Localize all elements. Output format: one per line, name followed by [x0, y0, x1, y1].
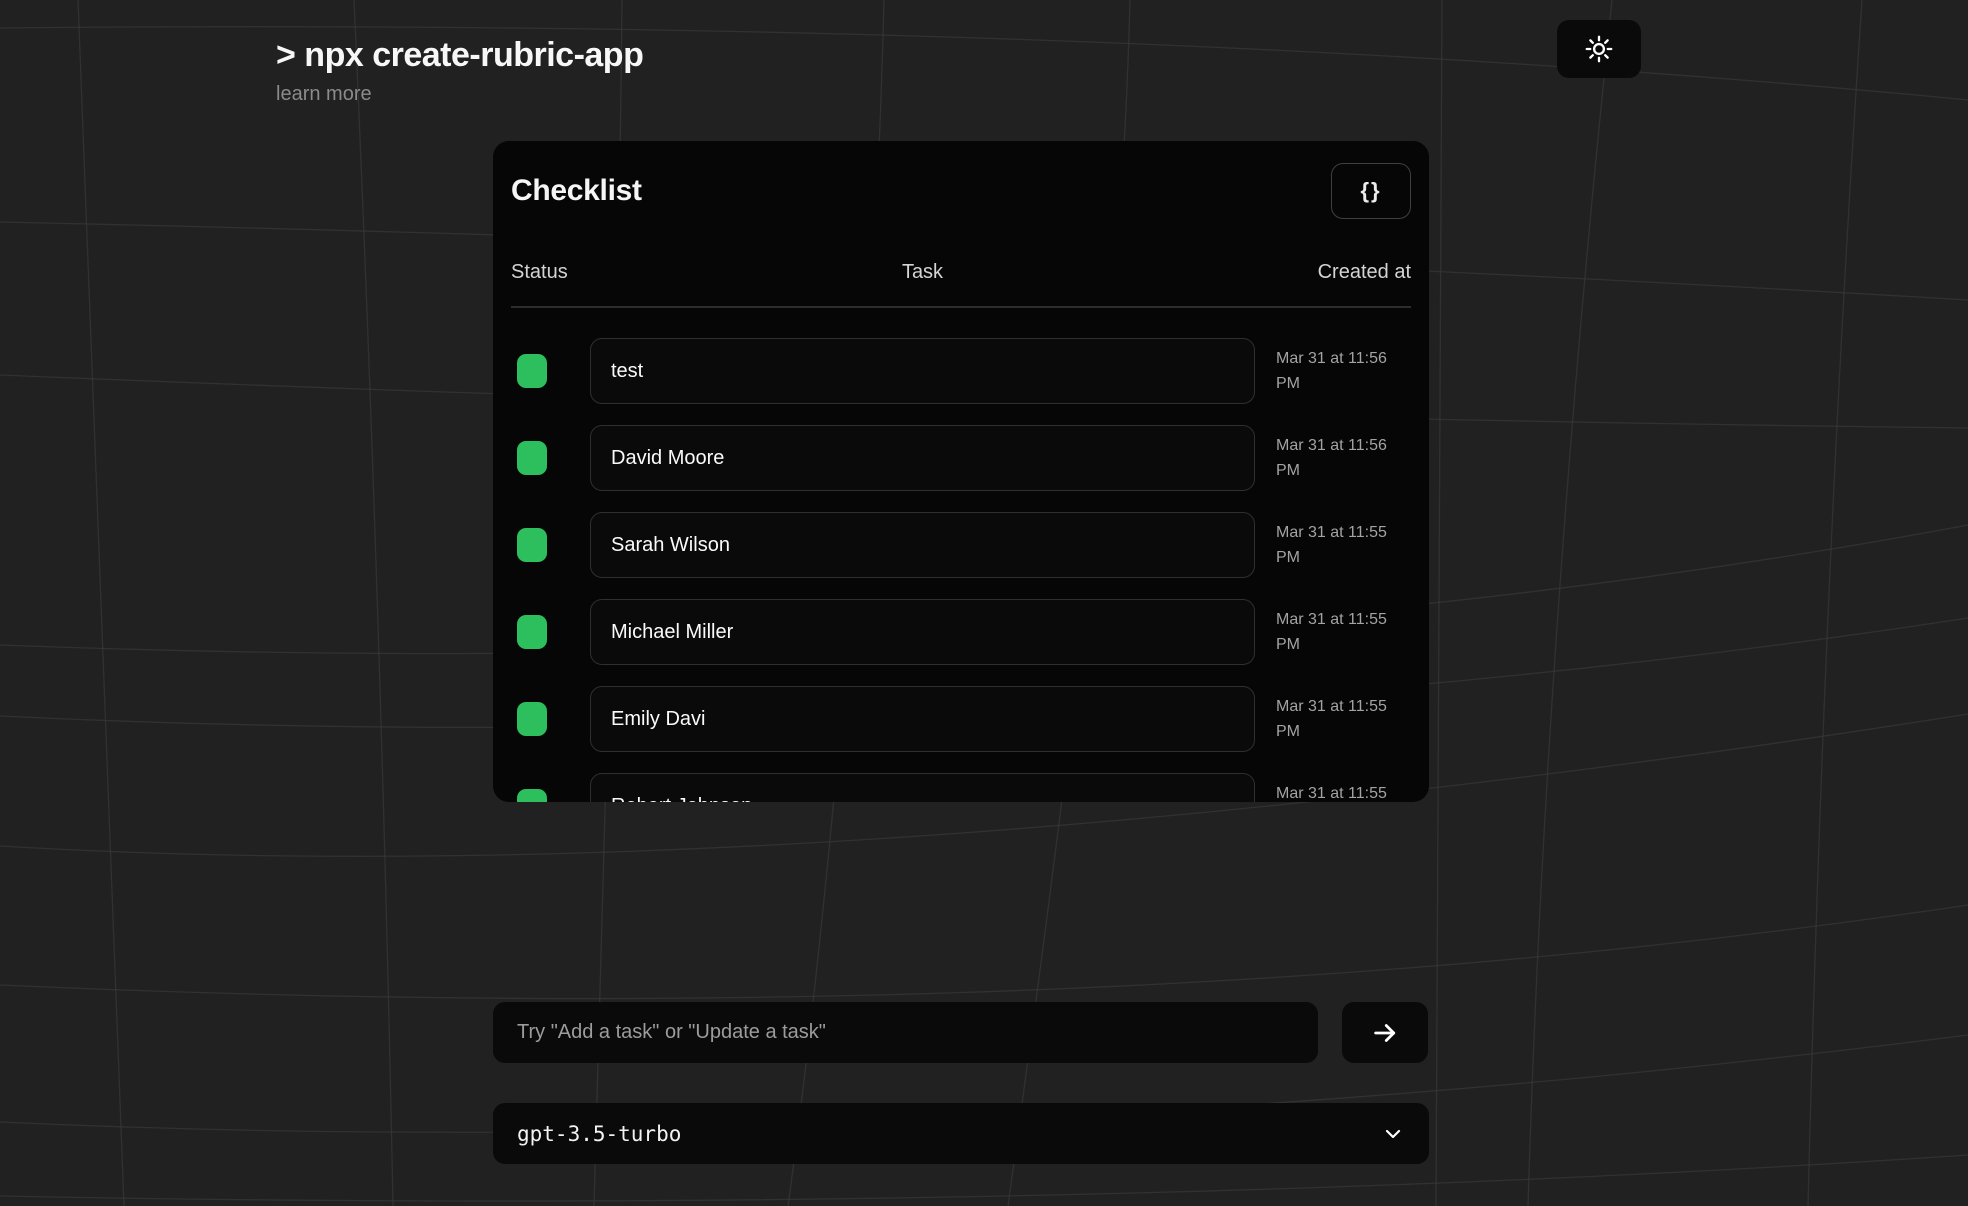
task-created-at: Mar 31 at 11:56 PM — [1276, 433, 1408, 483]
column-header-status: Status — [511, 261, 590, 284]
sun-icon — [1585, 35, 1613, 63]
table-row: Mar 31 at 11:55 PM — [511, 512, 1411, 578]
task-status-checkbox[interactable] — [517, 702, 547, 736]
learn-more-link[interactable]: learn more — [276, 83, 372, 106]
chevron-down-icon — [1381, 1122, 1405, 1146]
table-row: Mar 31 at 11:55 PM — [511, 686, 1411, 752]
task-input[interactable] — [590, 512, 1255, 578]
task-input[interactable] — [590, 425, 1255, 491]
column-header-task: Task — [590, 261, 1255, 284]
checklist-title: Checklist — [511, 174, 642, 208]
app-title: > npx create-rubric-app — [276, 34, 643, 77]
model-select[interactable]: gpt-3.5-turbo — [493, 1103, 1429, 1164]
app-stage: > npx create-rubric-app learn more Check… — [0, 0, 1968, 1206]
table-row: Mar 31 at 11:56 PM — [511, 338, 1411, 404]
task-status-checkbox[interactable] — [517, 528, 547, 562]
curly-braces-icon: {} — [1360, 178, 1381, 204]
table-row: Mar 31 at 11:56 PM — [511, 425, 1411, 491]
task-created-at: Mar 31 at 11:55 PM — [1276, 607, 1408, 657]
status-cell — [511, 615, 590, 649]
task-status-checkbox[interactable] — [517, 441, 547, 475]
column-header-created-at: Created at — [1255, 261, 1411, 284]
table-row: Mar 31 at 11:55 PM — [511, 773, 1411, 802]
status-cell — [511, 441, 590, 475]
task-list: Mar 31 at 11:56 PM Mar 31 at 11:56 PM Ma… — [511, 338, 1411, 802]
hero-block: > npx create-rubric-app learn more — [276, 34, 643, 106]
task-created-at: Mar 31 at 11:55 PM — [1276, 781, 1408, 802]
view-json-button[interactable]: {} — [1331, 163, 1411, 219]
command-input[interactable] — [493, 1002, 1318, 1063]
task-input[interactable] — [590, 338, 1255, 404]
status-cell — [511, 528, 590, 562]
task-status-checkbox[interactable] — [517, 615, 547, 649]
model-select-value: gpt-3.5-turbo — [517, 1122, 681, 1146]
task-created-at: Mar 31 at 11:55 PM — [1276, 694, 1408, 744]
task-status-checkbox[interactable] — [517, 354, 547, 388]
table-header-row: Status Task Created at — [511, 261, 1411, 308]
task-created-at: Mar 31 at 11:56 PM — [1276, 346, 1408, 396]
checklist-card-header: Checklist {} — [511, 163, 1411, 219]
status-cell — [511, 702, 590, 736]
send-button[interactable] — [1342, 1002, 1428, 1063]
task-input[interactable] — [590, 773, 1255, 802]
task-input[interactable] — [590, 686, 1255, 752]
theme-toggle-button[interactable] — [1557, 20, 1641, 78]
task-input[interactable] — [590, 599, 1255, 665]
task-status-checkbox[interactable] — [517, 789, 547, 802]
table-row: Mar 31 at 11:55 PM — [511, 599, 1411, 665]
status-cell — [511, 789, 590, 802]
status-cell — [511, 354, 590, 388]
task-created-at: Mar 31 at 11:55 PM — [1276, 520, 1408, 570]
checklist-card: Checklist {} Status Task Created at Mar … — [493, 141, 1429, 802]
arrow-right-icon — [1370, 1018, 1400, 1048]
